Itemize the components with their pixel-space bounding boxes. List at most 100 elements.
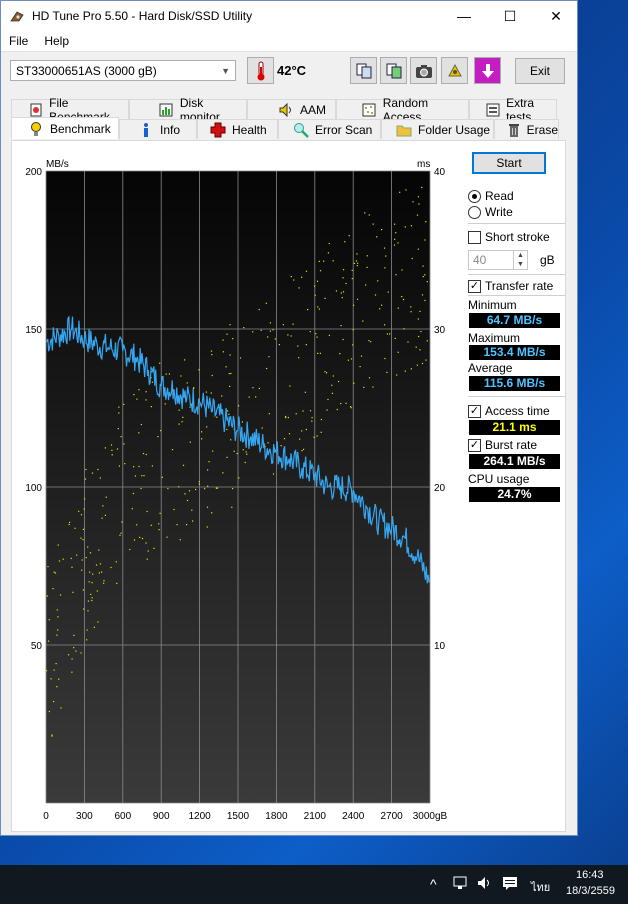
access-time-point bbox=[186, 382, 188, 384]
tray-chevron-icon[interactable]: ^ bbox=[430, 876, 437, 892]
access-time-point bbox=[395, 232, 397, 234]
menu-file[interactable]: File bbox=[1, 34, 36, 48]
tab-benchmark[interactable]: Benchmark bbox=[11, 117, 119, 139]
access-time-point bbox=[81, 569, 83, 571]
check-icon: ✓ bbox=[468, 279, 481, 293]
access-time-point bbox=[332, 260, 334, 262]
access-time-point bbox=[93, 626, 95, 628]
stroke-size-input[interactable]: 40 ▲ ▼ bbox=[468, 250, 528, 270]
access-time-point bbox=[339, 353, 341, 355]
access-time-point bbox=[421, 362, 424, 365]
access-time-point bbox=[260, 329, 262, 331]
access-time-point bbox=[151, 465, 153, 467]
access-time-point bbox=[305, 344, 307, 346]
screenshot-icon[interactable] bbox=[410, 57, 437, 84]
x-tick-label: 2100 bbox=[304, 811, 327, 822]
access-time-point bbox=[226, 456, 228, 458]
x-tick-label: 900 bbox=[153, 811, 170, 822]
access-time-point bbox=[91, 599, 93, 602]
x-tick-label: 2700 bbox=[380, 811, 403, 822]
title-bar[interactable]: HD Tune Pro 5.50 - Hard Disk/SSD Utility… bbox=[1, 1, 577, 31]
short-stroke-checkbox[interactable]: Short stroke bbox=[468, 230, 550, 244]
access-time-point bbox=[157, 436, 159, 438]
access-time-point bbox=[87, 600, 89, 602]
burst-rate-checkbox[interactable]: ✓ Burst rate bbox=[468, 438, 537, 452]
network-icon[interactable] bbox=[453, 876, 469, 893]
maximize-button[interactable]: ☐ bbox=[487, 1, 533, 31]
access-time-point bbox=[139, 536, 141, 538]
clock-date[interactable]: 18/3/2559 bbox=[566, 885, 615, 897]
access-time-point bbox=[332, 375, 334, 377]
tab-health[interactable]: Health bbox=[197, 119, 278, 139]
download-icon[interactable] bbox=[474, 57, 501, 84]
access-time-point bbox=[421, 186, 423, 188]
spin-arrows-icon[interactable]: ▲ ▼ bbox=[513, 251, 527, 269]
access-time-point bbox=[78, 510, 80, 512]
access-time-point bbox=[73, 647, 75, 649]
access-time-point bbox=[416, 364, 418, 366]
access-time-point bbox=[176, 524, 178, 526]
read-radio[interactable]: Read bbox=[468, 189, 514, 203]
info-icon bbox=[138, 122, 154, 138]
transfer-rate-checkbox[interactable]: ✓ Transfer rate bbox=[468, 279, 553, 293]
drive-select[interactable]: ST33000651AS (3000 gB) ▼ bbox=[10, 60, 236, 81]
clock-time[interactable]: 16:43 bbox=[576, 869, 604, 881]
copy-info-icon[interactable] bbox=[350, 57, 377, 84]
tab-extra-tests[interactable]: Extra tests bbox=[469, 96, 557, 124]
thermometer-icon[interactable] bbox=[247, 57, 274, 84]
access-time-point bbox=[201, 431, 203, 433]
chart-svg: MB/s ms 0 300 600 900 1200 1500 1800 2100 2400 27… bbox=[25, 159, 448, 822]
access-time-point bbox=[307, 309, 309, 311]
options-icon[interactable] bbox=[441, 57, 468, 84]
access-time-point bbox=[85, 557, 87, 559]
tab-label: Benchmark bbox=[50, 121, 111, 136]
tab-folder-usage[interactable]: Folder Usage bbox=[381, 119, 494, 139]
start-button[interactable]: Start bbox=[472, 152, 546, 174]
access-time-point bbox=[290, 276, 292, 278]
access-time-point bbox=[165, 373, 167, 375]
access-time-checkbox[interactable]: ✓ Access time bbox=[468, 404, 550, 418]
menu-help[interactable]: Help bbox=[36, 34, 77, 48]
tab-disk-monitor[interactable]: Disk monitor bbox=[129, 96, 247, 124]
access-time-point bbox=[350, 406, 352, 408]
access-time-point bbox=[211, 512, 213, 514]
tab-random-access[interactable]: Random Access bbox=[336, 96, 469, 124]
tab-erase[interactable]: Erase bbox=[494, 119, 559, 139]
access-time-point bbox=[74, 527, 76, 529]
copy-all-icon[interactable] bbox=[380, 57, 407, 84]
access-time-point bbox=[146, 558, 148, 560]
access-time-point bbox=[210, 350, 213, 352]
x-tick-label: 3000gB bbox=[413, 811, 448, 822]
access-time-point bbox=[422, 265, 424, 267]
access-time-point bbox=[178, 409, 180, 411]
access-time-point bbox=[336, 408, 338, 411]
tab-file-benchmark[interactable]: File Benchmark bbox=[11, 96, 129, 124]
access-time-point bbox=[206, 426, 208, 428]
access-time-point bbox=[243, 327, 245, 329]
language-indicator[interactable]: ไทย bbox=[531, 878, 550, 896]
access-time-point bbox=[420, 330, 422, 333]
notification-icon[interactable] bbox=[502, 875, 518, 894]
volume-icon[interactable] bbox=[477, 876, 493, 893]
access-time-point bbox=[316, 336, 318, 338]
access-time-point bbox=[138, 389, 140, 391]
access-time-point bbox=[211, 374, 213, 377]
access-time-point bbox=[229, 385, 231, 387]
exit-button[interactable]: Exit bbox=[515, 58, 565, 84]
write-radio[interactable]: Write bbox=[468, 205, 513, 219]
minimum-value: 64.7 MB/s bbox=[469, 313, 560, 328]
minimize-button[interactable]: — bbox=[441, 1, 487, 31]
access-time-point bbox=[131, 508, 133, 510]
tab-info[interactable]: Info bbox=[119, 119, 197, 139]
tab-error-scan[interactable]: Error Scan bbox=[278, 119, 381, 139]
access-time-point bbox=[226, 428, 228, 431]
access-time-point bbox=[228, 373, 230, 375]
write-label: Write bbox=[485, 205, 513, 219]
access-time-point bbox=[285, 417, 287, 419]
access-time-point bbox=[298, 287, 300, 289]
access-time-point bbox=[356, 253, 358, 255]
x-tick-label: 2400 bbox=[342, 811, 365, 822]
close-button[interactable]: ✕ bbox=[533, 1, 579, 31]
access-time-point bbox=[53, 700, 55, 703]
tab-aam[interactable]: AAM bbox=[247, 99, 336, 119]
